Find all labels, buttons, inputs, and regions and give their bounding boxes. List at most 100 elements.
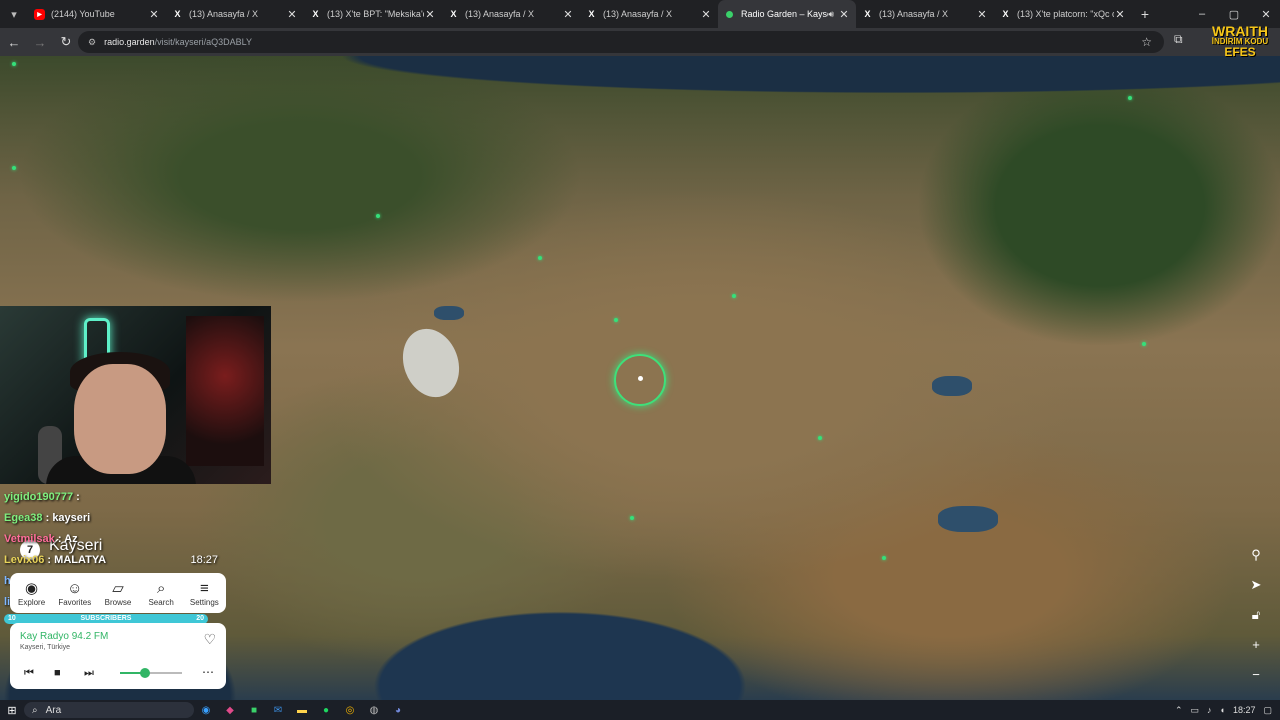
nav-favorites[interactable]: ☺ Favorites [54,580,96,607]
chat-username[interactable]: yigido190777 [4,491,73,503]
chat-username[interactable]: Levix06 [4,554,44,566]
close-tab-icon[interactable]: ✕ [700,8,712,21]
previous-icon[interactable]: ⏮ [24,667,34,680]
menu-icon: ≡ [199,579,209,597]
close-tab-icon[interactable]: ✕ [562,8,574,21]
url-host: radio.garden [104,37,155,47]
obs-icon[interactable]: ◍ [362,700,386,720]
address-bar: ← → ↻ ⚙ radio.garden/visit/kayseri/aQ3DA… [0,28,1280,56]
station-dot[interactable] [614,318,618,322]
salt-lake [393,320,469,406]
favorite-heart-icon[interactable]: ♡ [203,631,216,648]
x-icon: X [174,9,181,19]
browser-tab[interactable]: Radio Garden – Kayse 🔊︎ ✕ [718,0,856,28]
nav-search[interactable]: ⌕ Search [140,580,182,607]
spotify-icon[interactable]: ● [314,700,338,720]
browser-tab[interactable]: X (13) Anasayfa / X ✕ [166,0,304,28]
selected-station-dot[interactable] [638,376,643,381]
close-tab-icon[interactable]: ✕ [424,8,436,21]
next-icon[interactable]: ⏭ [84,667,94,680]
extensions-icon[interactable]: ⧉ [1174,32,1183,47]
taskbar-search[interactable]: ⌕ Ara [24,702,194,718]
chat-text: MALATYA [54,554,107,566]
station-dot[interactable] [1142,342,1146,346]
close-tab-icon[interactable]: ✕ [148,8,160,21]
close-tab-icon[interactable]: ✕ [838,8,850,21]
nav-label: Explore [18,597,46,607]
notification-icon[interactable]: ▢ [1263,705,1272,716]
close-tab-icon[interactable]: ✕ [286,8,298,21]
browser-tab[interactable]: X (13) X'te platcorn: "xQc c ✕ [994,0,1132,28]
store-icon[interactable]: ■ [242,700,266,720]
subscribers-label: SUBSCRIBERS [80,615,132,622]
edge-icon[interactable]: ◉ [194,700,218,720]
browser-tab[interactable]: X (13) Anasayfa / X ✕ [856,0,994,28]
site-info-icon[interactable]: ⚙ [88,37,96,48]
more-options-icon[interactable]: ⋯ [202,665,214,679]
back-button[interactable]: ← [2,30,26,54]
sponsor-logo: WRAITH İNDİRİM KODU EFES [1200,24,1280,58]
radio-garden-icon [726,10,733,18]
tab-title: (13) Anasayfa / X [465,9,535,19]
reload-button[interactable]: ↻ [54,30,78,54]
nav-label: Browse [104,597,132,607]
chat-username[interactable]: Egea38 [4,512,43,524]
locate-icon[interactable]: ➤ [1246,578,1266,608]
globe-icon: ◉ [25,579,39,597]
network-icon[interactable]: ▭ [1191,705,1200,716]
browser-tab[interactable]: ▶ (2144) YouTube ✕ [28,0,166,28]
station-dot[interactable] [12,62,16,66]
station-dot[interactable] [12,166,16,170]
taskbar-clock[interactable]: 18:27 [1233,705,1256,715]
system-tray: ⌃ ▭ ♪ ◖ 18:27 ▢ [1175,700,1280,720]
volume-knob[interactable] [139,668,150,678]
mail-icon[interactable]: ✉ [266,700,290,720]
station-name[interactable]: Kay Radyo 94.2 FM [20,631,108,642]
chrome-icon[interactable]: ◎ [338,700,362,720]
station-dot[interactable] [818,436,822,440]
map-pin-icon[interactable]: ⚲ [1246,548,1266,578]
browser-tab[interactable]: X (13) X'te BPT: "Meksika'd ✕ [304,0,442,28]
nav-settings[interactable]: ≡ Settings [183,580,225,607]
url-input[interactable]: ⚙ radio.garden/visit/kayseri/aQ3DABLY ☆ [78,31,1164,53]
station-dot[interactable] [1128,96,1132,100]
chat-username[interactable]: Vetmilsak [4,533,55,545]
chat-separator: : [73,491,80,503]
zoom-in-icon[interactable]: + [1246,638,1266,668]
station-dot[interactable] [630,516,634,520]
lock-icon[interactable]: 🔓︎ [1246,608,1266,638]
nav-label: Favorites [58,597,92,607]
microphone-icon[interactable]: ♪ [1207,705,1212,715]
browser-tab[interactable]: X (13) Anasayfa / X ✕ [580,0,718,28]
chat-separator: : [44,554,55,566]
station-dot[interactable] [376,214,380,218]
nav-browse[interactable]: ▱ Browse [97,580,139,607]
nav-explore[interactable]: ◉ Explore [11,580,53,607]
bookmark-star-icon[interactable]: ☆ [1141,35,1152,49]
new-tab-button[interactable]: + [1132,6,1158,22]
tab-search-button[interactable]: ▾ [0,0,28,28]
search-icon: ⌕ [156,579,166,597]
chat-message: Egea38 : kayseri [4,509,234,530]
volume-slider[interactable] [120,668,182,678]
tab-audio-icon[interactable]: 🔊︎ [828,9,834,20]
zoom-out-icon[interactable]: − [1246,668,1266,698]
streamer-face [74,364,166,474]
station-dot[interactable] [732,294,736,298]
tray-chevron-icon[interactable]: ⌃ [1175,705,1183,716]
volume-icon[interactable]: ◖ [1220,705,1225,715]
close-tab-icon[interactable]: ✕ [1114,8,1126,21]
stop-icon[interactable]: ■ [54,667,61,679]
app-icon[interactable]: ◆ [218,700,242,720]
chat-message: yigido190777 : [4,488,234,509]
browser-tab[interactable]: X (13) Anasayfa / X ✕ [442,0,580,28]
forward-button[interactable]: → [28,30,52,54]
close-tab-icon[interactable]: ✕ [976,8,988,21]
start-icon[interactable]: ⊞ [0,704,24,717]
tab-title: Radio Garden – Kayse [741,9,829,19]
discord-icon[interactable]: ◕ [386,700,410,720]
station-dot[interactable] [882,556,886,560]
nav-label: Settings [189,597,219,607]
station-dot[interactable] [538,256,542,260]
folder-icon[interactable]: ▬ [290,700,314,720]
